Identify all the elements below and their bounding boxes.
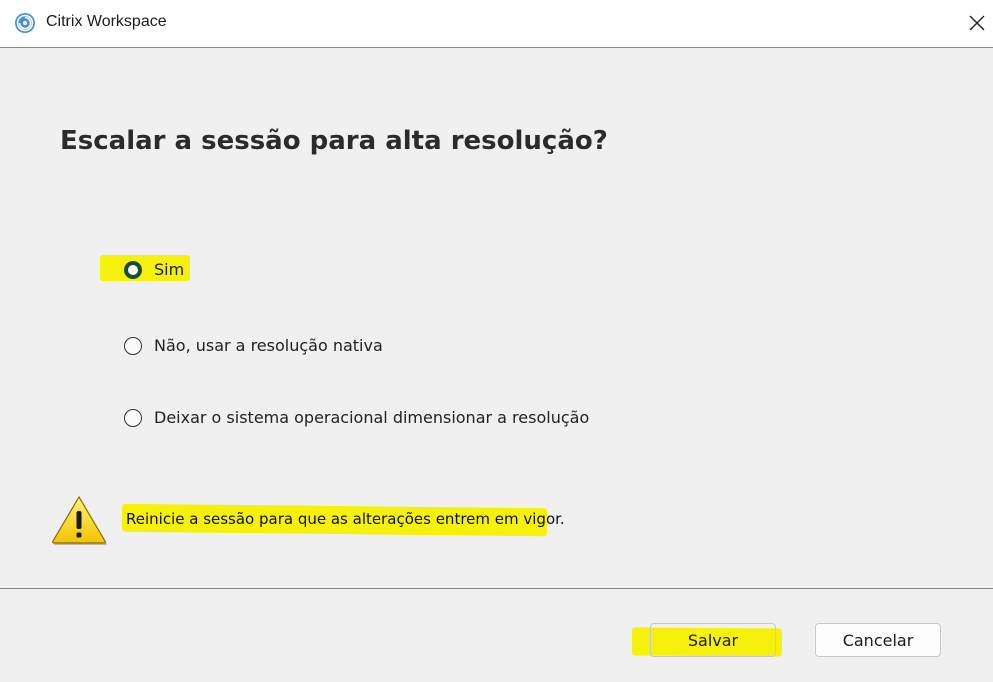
radio-button[interactable] [124, 409, 142, 427]
cancel-button[interactable]: Cancelar [815, 623, 941, 657]
citrix-workspace-icon [15, 13, 35, 33]
dialog-heading: Escalar a sessão para alta resolução? [60, 126, 608, 156]
radio-label-sim: Sim [154, 260, 185, 279]
window-title: Citrix Workspace [46, 13, 167, 30]
radio-label-native-resolution: Não, usar a resolução nativa [154, 336, 383, 355]
close-icon [969, 15, 985, 31]
radio-option-native-resolution[interactable]: Não, usar a resolução nativa [124, 335, 394, 359]
radio-option-os-scaling[interactable]: Deixar o sistema operacional dimensionar… [124, 407, 594, 431]
citrix-dialog-window: Citrix Workspace Escalar a sessão para a… [0, 0, 993, 682]
warning-icon [52, 495, 107, 545]
title-bar[interactable]: Citrix Workspace [0, 0, 993, 48]
footer-divider [0, 588, 993, 589]
radio-button[interactable] [124, 337, 142, 355]
warning-message: Reinicie a sessão para que as alterações… [126, 510, 565, 528]
close-button[interactable] [960, 6, 993, 40]
save-button[interactable]: Salvar [650, 623, 776, 657]
radio-button-selected[interactable] [124, 261, 142, 279]
radio-label-os-scaling: Deixar o sistema operacional dimensionar… [154, 408, 590, 427]
radio-option-sim[interactable]: Sim [124, 259, 204, 283]
